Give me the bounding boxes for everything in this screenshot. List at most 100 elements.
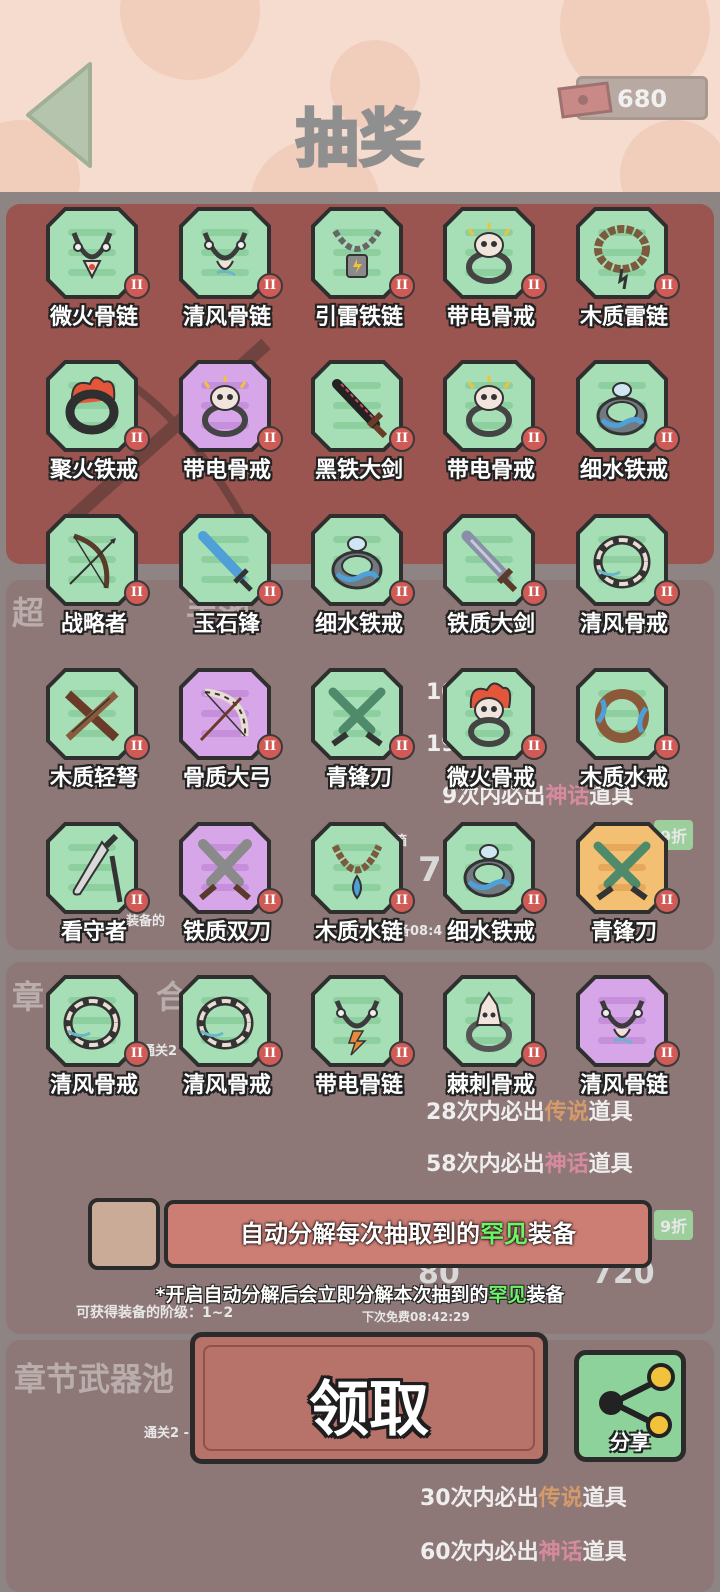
item-level-badge: II bbox=[257, 426, 283, 452]
bow-icon bbox=[69, 533, 116, 589]
bone-ring-wind-icon bbox=[63, 996, 121, 1050]
black-iron-sword-icon bbox=[332, 379, 388, 439]
item-name: 黑铁大剑 bbox=[314, 458, 403, 483]
claim-label: 领取 bbox=[309, 1375, 429, 1445]
item-name: 青锋刀 bbox=[590, 920, 657, 945]
bone-ring-wind-icon bbox=[196, 996, 254, 1050]
reward-item[interactable]: II 木质水链 bbox=[297, 822, 421, 972]
item-name: 带电骨戒 bbox=[446, 458, 535, 483]
pool3-discount-badge: 9折 bbox=[654, 1210, 694, 1240]
reward-item[interactable]: II 微火骨戒 bbox=[429, 668, 553, 818]
reward-item[interactable]: II 铁质大剑 bbox=[429, 514, 553, 664]
reward-item[interactable]: II 清风骨戒 bbox=[562, 514, 686, 664]
reward-item[interactable]: II 玉石锋 bbox=[165, 514, 289, 664]
item-name: 带电骨戒 bbox=[182, 458, 271, 483]
item-level-badge: II bbox=[654, 888, 680, 914]
reward-item[interactable]: II 清风骨戒 bbox=[165, 975, 289, 1125]
item-level-badge: II bbox=[654, 1041, 680, 1067]
item-name: 铁质大剑 bbox=[446, 612, 535, 637]
item-name: 微火骨链 bbox=[49, 305, 138, 330]
item-name: 木质水戒 bbox=[579, 766, 668, 791]
item-level-badge: II bbox=[257, 1041, 283, 1067]
item-level-badge: II bbox=[521, 1041, 547, 1067]
item-level-badge: II bbox=[521, 273, 547, 299]
item-name: 清风骨链 bbox=[579, 1073, 668, 1098]
bone-ring-wind-icon bbox=[593, 535, 651, 589]
reward-item[interactable]: II 骨质大弓 bbox=[165, 668, 289, 818]
wooden-bead-chain-icon bbox=[594, 225, 650, 290]
reward-item[interactable]: II 棘刺骨戒 bbox=[429, 975, 553, 1125]
item-level-badge: II bbox=[124, 1041, 150, 1067]
ticket-icon bbox=[557, 81, 613, 119]
reward-item[interactable]: II 带电骨戒 bbox=[165, 360, 289, 510]
spiked-bone-ring-icon bbox=[466, 991, 512, 1052]
reward-item[interactable]: II 清风骨戒 bbox=[32, 975, 156, 1125]
item-level-badge: II bbox=[124, 426, 150, 452]
iron-chain-thunder-icon bbox=[332, 229, 382, 278]
currency-counter: 680 bbox=[557, 76, 708, 120]
reward-item[interactable]: II 战略者 bbox=[32, 514, 156, 664]
item-level-badge: II bbox=[654, 426, 680, 452]
item-level-badge: II bbox=[389, 426, 415, 452]
skull-ring-electric-icon bbox=[466, 376, 512, 437]
reward-item[interactable]: II 带电骨戒 bbox=[429, 360, 553, 510]
reward-item[interactable]: II 看守者 bbox=[32, 822, 156, 972]
item-name: 引雷铁链 bbox=[314, 305, 403, 330]
item-level-badge: II bbox=[257, 273, 283, 299]
reward-item[interactable]: II 带电骨戒 bbox=[429, 207, 553, 357]
reward-item[interactable]: II 细水铁戒 bbox=[297, 514, 421, 664]
auto-decompose-checkbox[interactable] bbox=[88, 1198, 160, 1270]
share-label: 分享 bbox=[610, 1430, 650, 1454]
reward-item[interactable]: II 黑铁大剑 bbox=[297, 360, 421, 510]
claim-button[interactable]: 领取 bbox=[190, 1332, 548, 1464]
item-level-badge: II bbox=[257, 734, 283, 760]
skull-ring-electric-icon bbox=[466, 223, 512, 284]
reward-item[interactable]: II 带电骨链 bbox=[297, 975, 421, 1125]
item-name: 带电骨链 bbox=[314, 1073, 403, 1098]
pool3-line-2: 58次内必出神话道具 bbox=[426, 1152, 633, 1177]
reward-item[interactable]: II 木质雷链 bbox=[562, 207, 686, 357]
pool4-misc: 通关2 - bbox=[144, 1426, 189, 1441]
item-name: 看守者 bbox=[60, 920, 127, 945]
item-name: 细水铁戒 bbox=[314, 612, 403, 637]
twin-green-blades-icon bbox=[328, 687, 386, 747]
bone-necklace-wind-icon bbox=[599, 1000, 645, 1045]
pool4-line-1: 30次内必出传说道具 bbox=[420, 1486, 627, 1511]
reward-item[interactable]: II 清风骨链 bbox=[562, 975, 686, 1125]
share-button[interactable]: 分享 bbox=[574, 1350, 686, 1462]
item-name: 细水铁戒 bbox=[446, 920, 535, 945]
header-bar: 抽奖 680 bbox=[0, 0, 720, 192]
item-name: 青锋刀 bbox=[325, 766, 392, 791]
item-level-badge: II bbox=[257, 888, 283, 914]
item-name: 清风骨戒 bbox=[579, 612, 668, 637]
skull-ring-electric-icon bbox=[202, 376, 248, 437]
pool3-free-timer: 下次免费08:42:29 bbox=[362, 1310, 470, 1324]
item-name: 铁质双刀 bbox=[182, 920, 271, 945]
reward-item[interactable]: II 铁质双刀 bbox=[165, 822, 289, 972]
item-level-badge: II bbox=[257, 580, 283, 606]
item-name: 战略者 bbox=[60, 612, 127, 637]
item-level-badge: II bbox=[521, 580, 547, 606]
item-name: 清风骨戒 bbox=[49, 1073, 138, 1098]
auto-decompose-label[interactable]: 自动分解每次抽取到的罕见装备 bbox=[164, 1200, 652, 1268]
bone-necklace-fire-icon bbox=[71, 232, 113, 280]
item-name: 木质轻弩 bbox=[49, 766, 138, 791]
reward-item[interactable]: II 木质轻弩 bbox=[32, 668, 156, 818]
item-level-badge: II bbox=[389, 580, 415, 606]
pool4-line-2: 60次内必出神话道具 bbox=[420, 1540, 627, 1565]
item-level-badge: II bbox=[654, 734, 680, 760]
reward-item[interactable]: II 青锋刀 bbox=[562, 822, 686, 972]
water-iron-ring-icon bbox=[331, 536, 383, 590]
reward-item[interactable]: II 微火骨链 bbox=[32, 207, 156, 357]
machete-icon bbox=[72, 833, 123, 903]
reward-item[interactable]: II 细水铁戒 bbox=[429, 822, 553, 972]
reward-item[interactable]: II 引雷铁链 bbox=[297, 207, 421, 357]
wooden-water-ring-icon bbox=[595, 689, 649, 743]
reward-item[interactable]: II 细水铁戒 bbox=[562, 360, 686, 510]
reward-item[interactable]: II 木质水戒 bbox=[562, 668, 686, 818]
item-level-badge: II bbox=[521, 426, 547, 452]
reward-item[interactable]: II 清风骨链 bbox=[165, 207, 289, 357]
reward-item[interactable]: II 青锋刀 bbox=[297, 668, 421, 818]
item-name: 聚火铁戒 bbox=[49, 458, 138, 483]
reward-item[interactable]: II 聚火铁戒 bbox=[32, 360, 156, 510]
